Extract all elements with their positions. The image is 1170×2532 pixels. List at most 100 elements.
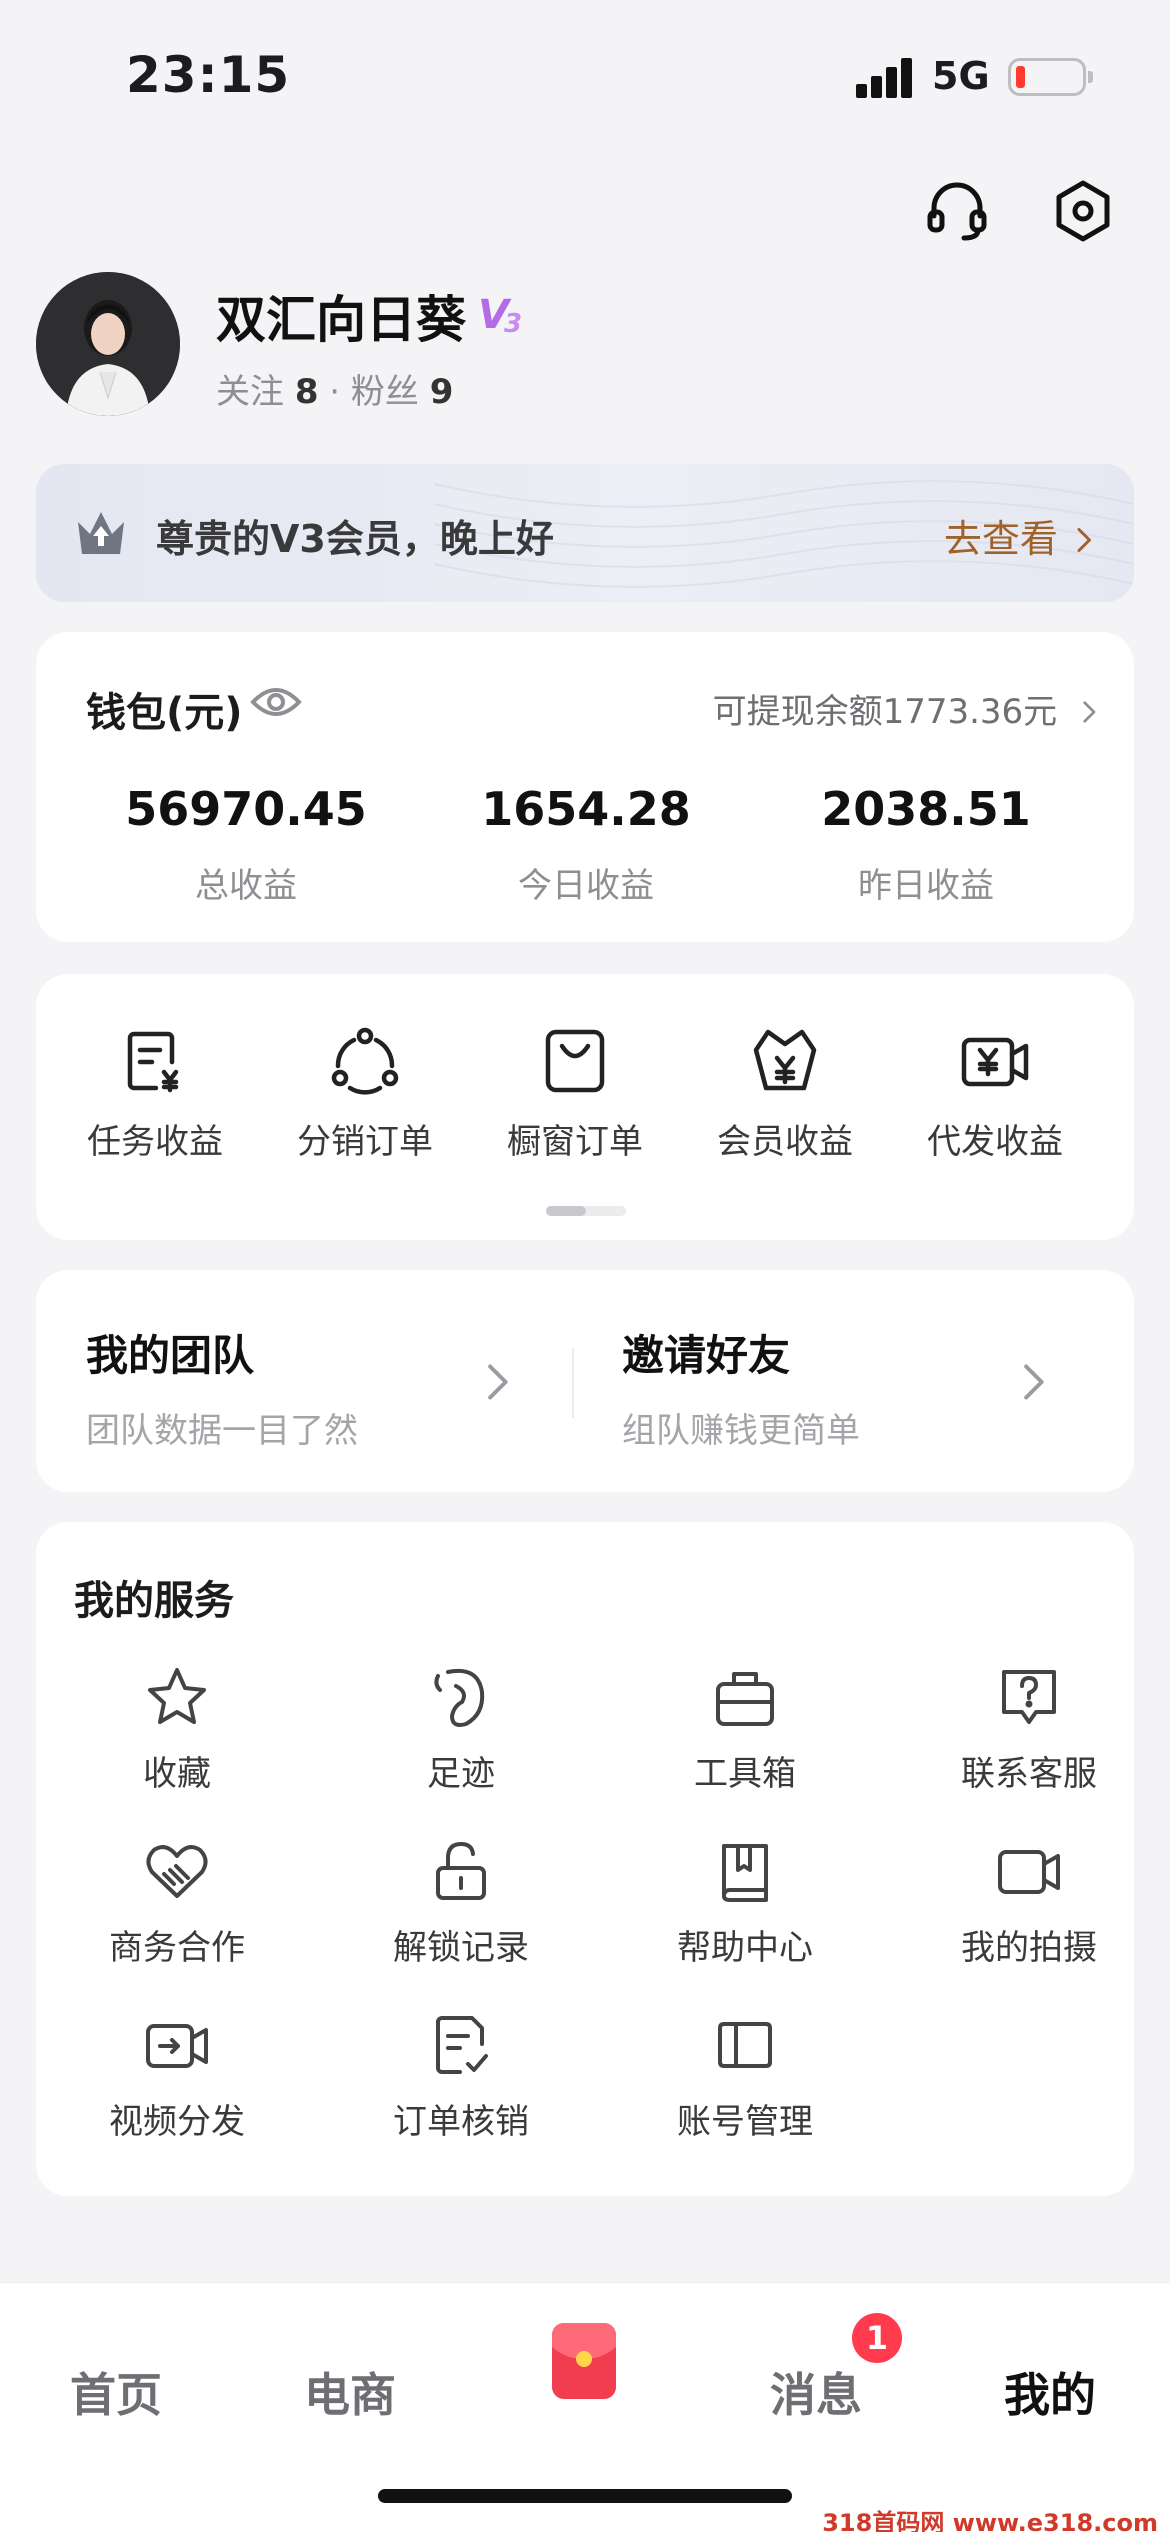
service-label: 帮助中心 <box>677 1928 813 1968</box>
book-icon <box>722 1844 768 1902</box>
order-check-icon <box>436 2016 488 2074</box>
my-team-title: 我的团队 <box>86 1331 255 1380</box>
service-label: 足迹 <box>427 1754 495 1794</box>
service-account-management[interactable]: 账号管理 <box>610 2010 880 2143</box>
service-label: 订单核销 <box>393 2102 529 2142</box>
service-label: 商务合作 <box>109 1928 245 1968</box>
service-unlock-record[interactable]: 解锁记录 <box>326 1836 596 1969</box>
fans-label: 粉丝 <box>350 372 419 412</box>
follow-label: 关注 <box>216 372 284 412</box>
handshake-heart-icon <box>146 1845 208 1898</box>
withdrawable-text: 可提现余额1773.36元 <box>712 692 1058 732</box>
view-member-label: 去查看 <box>943 517 1058 561</box>
tab-home[interactable]: 首页 <box>70 2359 162 2425</box>
service-favorites[interactable]: 收藏 <box>42 1662 312 1795</box>
headset-icon[interactable] <box>924 178 990 244</box>
chevron-right-icon <box>488 1364 508 1400</box>
crown-upgrade-icon <box>72 504 130 562</box>
distribution-order-entry[interactable]: 分销订单 <box>260 1024 470 1163</box>
task-income-entry[interactable]: 任务收益 <box>50 1024 260 1163</box>
separator: · <box>329 372 341 412</box>
page-indicator <box>546 1206 626 1216</box>
video-share-icon <box>146 2024 208 2068</box>
member-greeting: 尊贵的V3会员，晚上好 <box>156 517 554 561</box>
wallet-title: 钱包(元) <box>86 690 243 736</box>
service-footprint[interactable]: 足迹 <box>326 1662 596 1795</box>
yesterday-income-stat[interactable]: 2038.51 昨日收益 <box>756 782 1096 907</box>
task-income-icon <box>127 1031 179 1093</box>
proxy-income-entry[interactable]: 代发收益 <box>890 1024 1100 1163</box>
svg-text:3: 3 <box>504 309 522 336</box>
service-label: 我的拍摄 <box>961 1928 1097 1968</box>
my-team-entry[interactable]: 我的团队 团队数据一目了然 <box>86 1322 358 1452</box>
invite-friends-entry[interactable]: 邀请好友 组队赚钱更简单 <box>622 1322 860 1452</box>
service-contact-support[interactable]: 联系客服 <box>894 1662 1164 1795</box>
toolbox-icon <box>716 1672 774 1726</box>
service-help-center[interactable]: 帮助中心 <box>610 1836 880 1969</box>
help-chat-icon <box>1002 1670 1056 1724</box>
star-icon <box>148 1668 206 1724</box>
service-toolbox[interactable]: 工具箱 <box>610 1662 880 1795</box>
invite-friends-subtitle: 组队赚钱更简单 <box>622 1411 860 1451</box>
member-income-entry[interactable]: 会员收益 <box>680 1024 890 1163</box>
status-bar: 23:15 5G <box>0 0 1170 150</box>
video-yuan-icon <box>961 1037 1029 1087</box>
wallet-card: 钱包(元) 可提现余额1773.36元 56970.45 总收益 1654.28… <box>36 632 1134 942</box>
distribution-icon <box>331 1027 399 1095</box>
chevron-right-icon <box>1077 528 1091 552</box>
battery-icon <box>1008 58 1093 96</box>
member-banner[interactable]: 尊贵的V3会员，晚上好 去查看 <box>36 464 1134 602</box>
service-label: 工具箱 <box>694 1754 796 1794</box>
yesterday-income-label: 昨日收益 <box>858 866 994 906</box>
total-income-label: 总收益 <box>195 866 297 906</box>
task-income-label: 任务收益 <box>87 1122 223 1162</box>
service-label: 联系客服 <box>961 1754 1097 1794</box>
distribution-order-label: 分销订单 <box>297 1122 433 1162</box>
follow-stats[interactable]: 关注 8 · 粉丝 9 <box>216 364 453 413</box>
quick-entries-card: 任务收益 分销订单 橱窗订单 会员收益 代发收益 <box>36 974 1134 1240</box>
camera-icon <box>998 1850 1060 1894</box>
total-income-value: 56970.45 <box>125 782 367 836</box>
proxy-income-label: 代发收益 <box>927 1122 1063 1162</box>
divider <box>572 1348 574 1418</box>
fans-count: 9 <box>429 372 454 412</box>
chevron-right-icon <box>1024 1364 1044 1400</box>
withdrawable-balance-link[interactable]: 可提现余额1773.36元 <box>713 684 1098 733</box>
service-video-distribution[interactable]: 视频分发 <box>42 2010 312 2143</box>
status-time: 23:15 <box>126 46 291 104</box>
view-member-link[interactable]: 去查看 <box>944 508 1094 563</box>
settings-hexagon-icon[interactable] <box>1050 178 1116 244</box>
service-label: 收藏 <box>143 1754 211 1794</box>
service-my-shooting[interactable]: 我的拍摄 <box>894 1836 1164 1969</box>
network-type: 5G <box>932 54 990 98</box>
showcase-order-entry[interactable]: 橱窗订单 <box>470 1024 680 1163</box>
today-income-value: 1654.28 <box>481 782 691 836</box>
avatar[interactable] <box>36 272 180 416</box>
service-order-verify[interactable]: 订单核销 <box>326 2010 596 2143</box>
message-badge: 1 <box>852 2313 902 2363</box>
services-title: 我的服务 <box>74 1578 234 1624</box>
user-name: 双汇向日葵 <box>216 291 466 349</box>
tab-mine[interactable]: 我的 <box>1004 2359 1096 2425</box>
eye-icon[interactable] <box>250 682 302 722</box>
showcase-order-label: 橱窗订单 <box>507 1122 643 1162</box>
team-card: 我的团队 团队数据一目了然 邀请好友 组队赚钱更简单 <box>36 1270 1134 1492</box>
service-business[interactable]: 商务合作 <box>42 1836 312 1969</box>
yesterday-income-value: 2038.51 <box>821 782 1031 836</box>
chevron-right-icon <box>1083 701 1096 723</box>
tab-ecommerce[interactable]: 电商 <box>304 2359 396 2425</box>
home-indicator <box>378 2489 792 2503</box>
tab-messages[interactable]: 消息 <box>770 2359 862 2425</box>
today-income-stat[interactable]: 1654.28 今日收益 <box>416 782 756 907</box>
vip-level-badge: V 3 <box>478 288 534 339</box>
signal-strength-icon <box>856 56 914 98</box>
shopping-bag-icon <box>545 1029 605 1093</box>
total-income-stat[interactable]: 56970.45 总收益 <box>76 782 416 907</box>
red-packet-icon[interactable] <box>552 2323 616 2399</box>
unlock-icon <box>436 1842 486 1900</box>
footprint-icon <box>434 1669 485 1727</box>
service-label: 解锁记录 <box>393 1928 529 1968</box>
service-label: 账号管理 <box>677 2102 813 2142</box>
my-team-subtitle: 团队数据一目了然 <box>86 1411 358 1451</box>
watermark: 318首码网 www.e318.com <box>818 2501 1162 2532</box>
